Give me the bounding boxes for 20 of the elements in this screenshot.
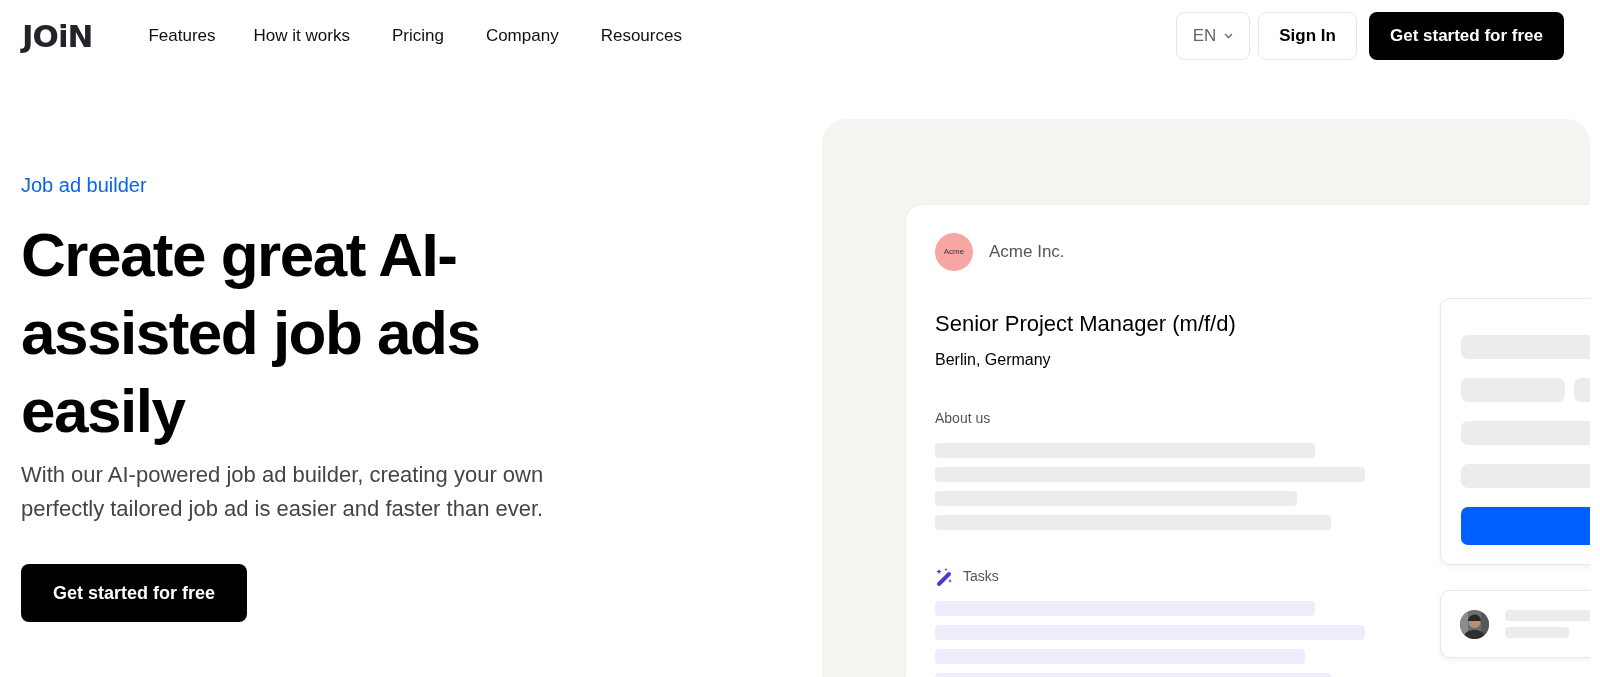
get-started-button[interactable]: Get started for free — [21, 564, 248, 622]
nav-link[interactable]: Features — [148, 23, 216, 49]
language-dropdown[interactable]: EN — [1175, 12, 1251, 60]
nav-link[interactable]: Company — [485, 23, 559, 49]
sign-in-button[interactable]: Sign In — [1258, 12, 1357, 60]
eyebrow-text: Job ad builder — [21, 173, 148, 198]
section-label: Tasks — [963, 567, 999, 586]
get-started-button[interactable]: Get started for free — [1368, 12, 1564, 60]
nav-link[interactable]: Pricing — [391, 23, 444, 49]
job-title: Senior Project Manager (m/f/d) — [935, 310, 1237, 338]
company-name: Acme Inc. — [989, 241, 1065, 264]
hero-description: With our AI-powered job ad builder, creating your own perfectly tailored job ad is easier and faster than ever. — [21, 461, 545, 523]
nav-link[interactable]: Resources — [600, 23, 682, 49]
chevron-down-icon — [1224, 33, 1234, 39]
nav-link[interactable]: How it works — [253, 23, 350, 49]
logo[interactable]: JOiN — [22, 20, 93, 52]
section-label: About us — [935, 409, 991, 428]
hero-heading: Create great AI-assisted job ads easily — [21, 219, 481, 447]
company-logo: Acme — [935, 233, 973, 271]
job-location: Berlin, Germany — [935, 350, 1052, 370]
